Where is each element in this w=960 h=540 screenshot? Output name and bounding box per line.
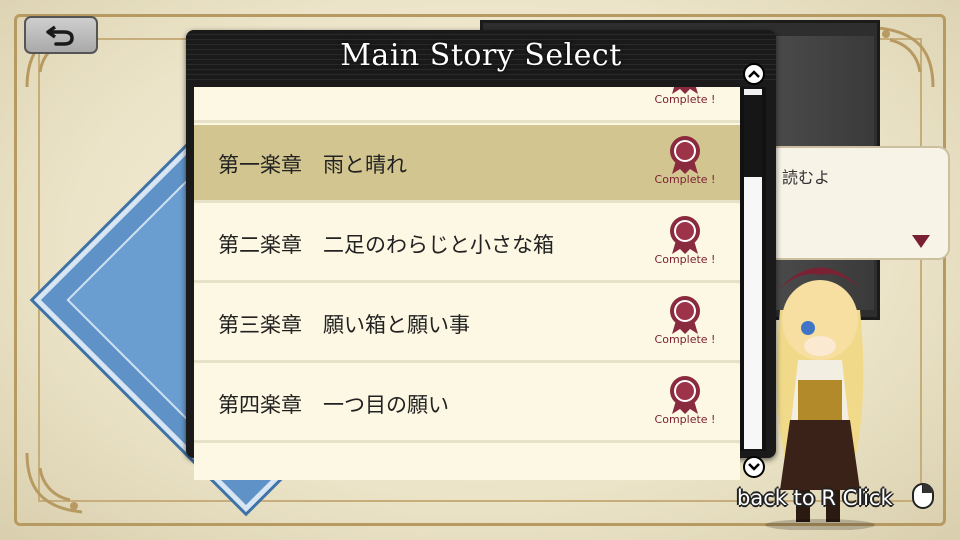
ribbon-rosette-icon [670,136,700,174]
complete-badge: Complete ! [650,215,720,275]
complete-label: Complete ! [654,413,716,426]
ribbon-rosette-icon [670,296,700,334]
chapter-label: 第二楽章 二足のわらじと小さな箱 [218,233,554,257]
scroll-thumb[interactable] [744,89,762,95]
corner-flourish-icon [25,452,83,514]
chapter-label: 第一楽章 雨と晴れ [218,153,407,177]
speech-text: 読むよ [782,168,831,187]
scroll-down-button[interactable] [743,456,765,478]
ribbon-rosette-icon [670,216,700,254]
complete-label: Complete ! [654,333,716,346]
back-arrow-icon [46,25,74,46]
chapter-row-2[interactable]: 第二楽章 二足のわらじと小さな箱 Complete ! [194,205,740,283]
chapter-row-3[interactable]: 第三楽章 願い箱と願い事 Complete ! [194,285,740,363]
chapter-row-partial[interactable]: Complete ! [194,87,740,123]
complete-label: Complete ! [654,173,716,186]
complete-badge: Complete ! [650,375,720,435]
chapter-row-1[interactable]: 第一楽章 雨と晴れ Complete ! [194,125,740,203]
chapter-row-4[interactable]: 第四楽章 一つ目の願い Complete ! [194,365,740,443]
scroll-up-button[interactable] [743,63,765,85]
chapter-label: 第四楽章 一つ目の願い [218,393,449,417]
complete-label: Complete ! [654,93,716,106]
story-select-panel: Main Story Select Complete ! 第一楽章 雨と晴れ C… [186,30,776,480]
chevron-up-icon [748,70,760,78]
complete-badge: Complete ! [650,135,720,195]
back-hint-text: back to R Click [737,486,893,510]
complete-badge: Complete ! [650,295,720,355]
chapter-label: 第三楽章 願い箱と願い事 [218,313,470,337]
chapter-list[interactable]: Complete ! 第一楽章 雨と晴れ Complete ! 第二楽章 二足の… [194,87,740,480]
chevron-down-icon [748,463,760,471]
complete-badge: Complete ! [650,87,720,115]
back-button[interactable] [24,16,98,54]
complete-label: Complete ! [654,253,716,266]
scroll-track-fill [744,177,762,449]
panel-title: Main Story Select [340,38,622,73]
mouse-icon [912,483,934,509]
ribbon-rosette-icon [670,376,700,414]
advance-triangle-icon [912,235,930,248]
speech-bubble: 読むよ [760,146,950,260]
scrollbar[interactable] [740,87,766,451]
chapter-row-partial-bottom[interactable] [194,445,740,480]
